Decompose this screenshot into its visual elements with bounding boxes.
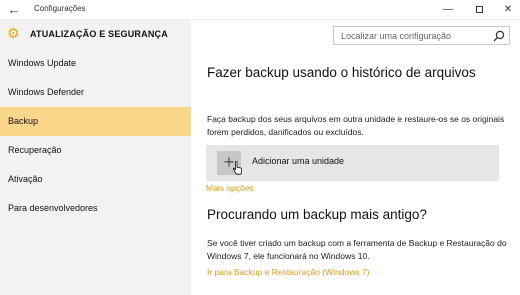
arrow-left-icon: ← (7, 2, 21, 17)
section-title: ATUALIZAÇÃO E SEGURANÇA (30, 29, 168, 39)
backup-restore-windows7-link[interactable]: Ir para Backup e Restauração (Windows 7) (207, 267, 370, 277)
more-options-link[interactable]: Mais opções (206, 183, 254, 193)
sidebar-item-backup[interactable]: Backup (0, 107, 191, 136)
sidebar-item-ativacao[interactable]: Ativação (0, 165, 191, 194)
back-button[interactable]: ← (6, 2, 22, 18)
search-input[interactable] (334, 27, 489, 44)
backup-description: Faça backup dos seus arquivos em outra u… (207, 114, 505, 137)
search-box (333, 26, 510, 45)
sidebar-header: ⚙ ATUALIZAÇÃO E SEGURANÇA (0, 20, 191, 52)
page-heading: Fazer backup usando o histórico de arqui… (207, 65, 476, 80)
title-bar: ← Configurações — ✕ (0, 0, 520, 20)
add-drive-label: Adicionar uma unidade (252, 156, 345, 166)
add-drive-button[interactable]: + Adicionar uma unidade (206, 145, 499, 181)
search-icon[interactable] (492, 29, 506, 43)
mouse-cursor-icon (233, 161, 242, 175)
sidebar-item-windows-update[interactable]: Windows Update (0, 49, 191, 78)
older-backup-heading: Procurando um backup mais antigo? (207, 207, 427, 222)
main-content: Fazer backup usando o histórico de arqui… (191, 50, 520, 295)
gear-icon: ⚙ (7, 25, 20, 41)
sidebar-item-windows-defender[interactable]: Windows Defender (0, 78, 191, 107)
maximize-icon (475, 5, 483, 13)
sidebar: ⚙ ATUALIZAÇÃO E SEGURANÇA Windows Update… (0, 20, 191, 295)
sidebar-item-recuperacao[interactable]: Recuperação (0, 136, 191, 165)
older-backup-description: Se você tiver criado um backup com a fer… (207, 238, 507, 261)
sidebar-item-para-desenvolvedores[interactable]: Para desenvolvedores (0, 194, 191, 223)
close-button[interactable]: ✕ (500, 2, 516, 18)
window-title: Configurações (34, 4, 86, 13)
minimize-button[interactable]: — (440, 2, 456, 18)
maximize-button[interactable] (471, 2, 487, 18)
close-icon: ✕ (503, 4, 513, 15)
minimize-icon: — (443, 4, 453, 15)
